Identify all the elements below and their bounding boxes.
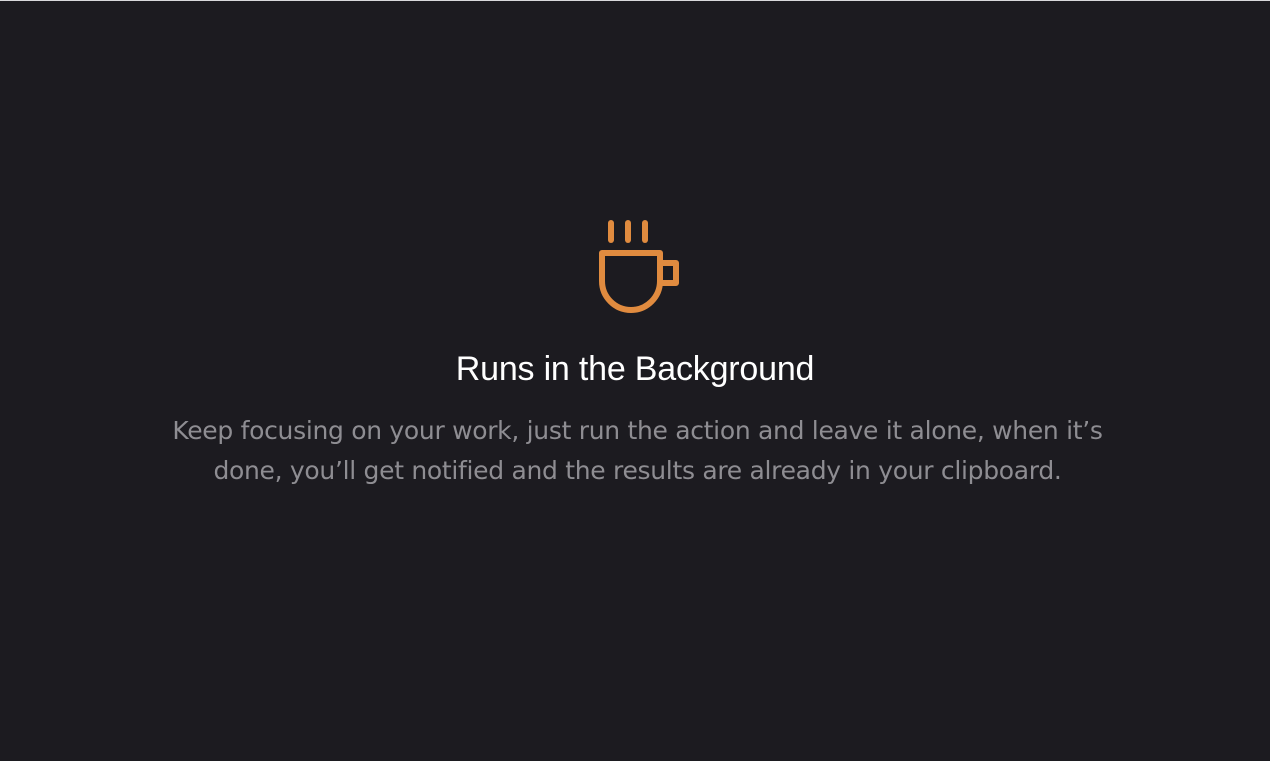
page: Runs in the Background Keep focusing on … [0,0,1270,761]
feature-section: Runs in the Background Keep focusing on … [0,1,1270,761]
cup-body [599,250,663,313]
feature-description: Keep focusing on your work, just run the… [172,416,1103,485]
feature-title: Runs in the Background [455,350,815,388]
coffee-cup-icon [599,220,679,313]
